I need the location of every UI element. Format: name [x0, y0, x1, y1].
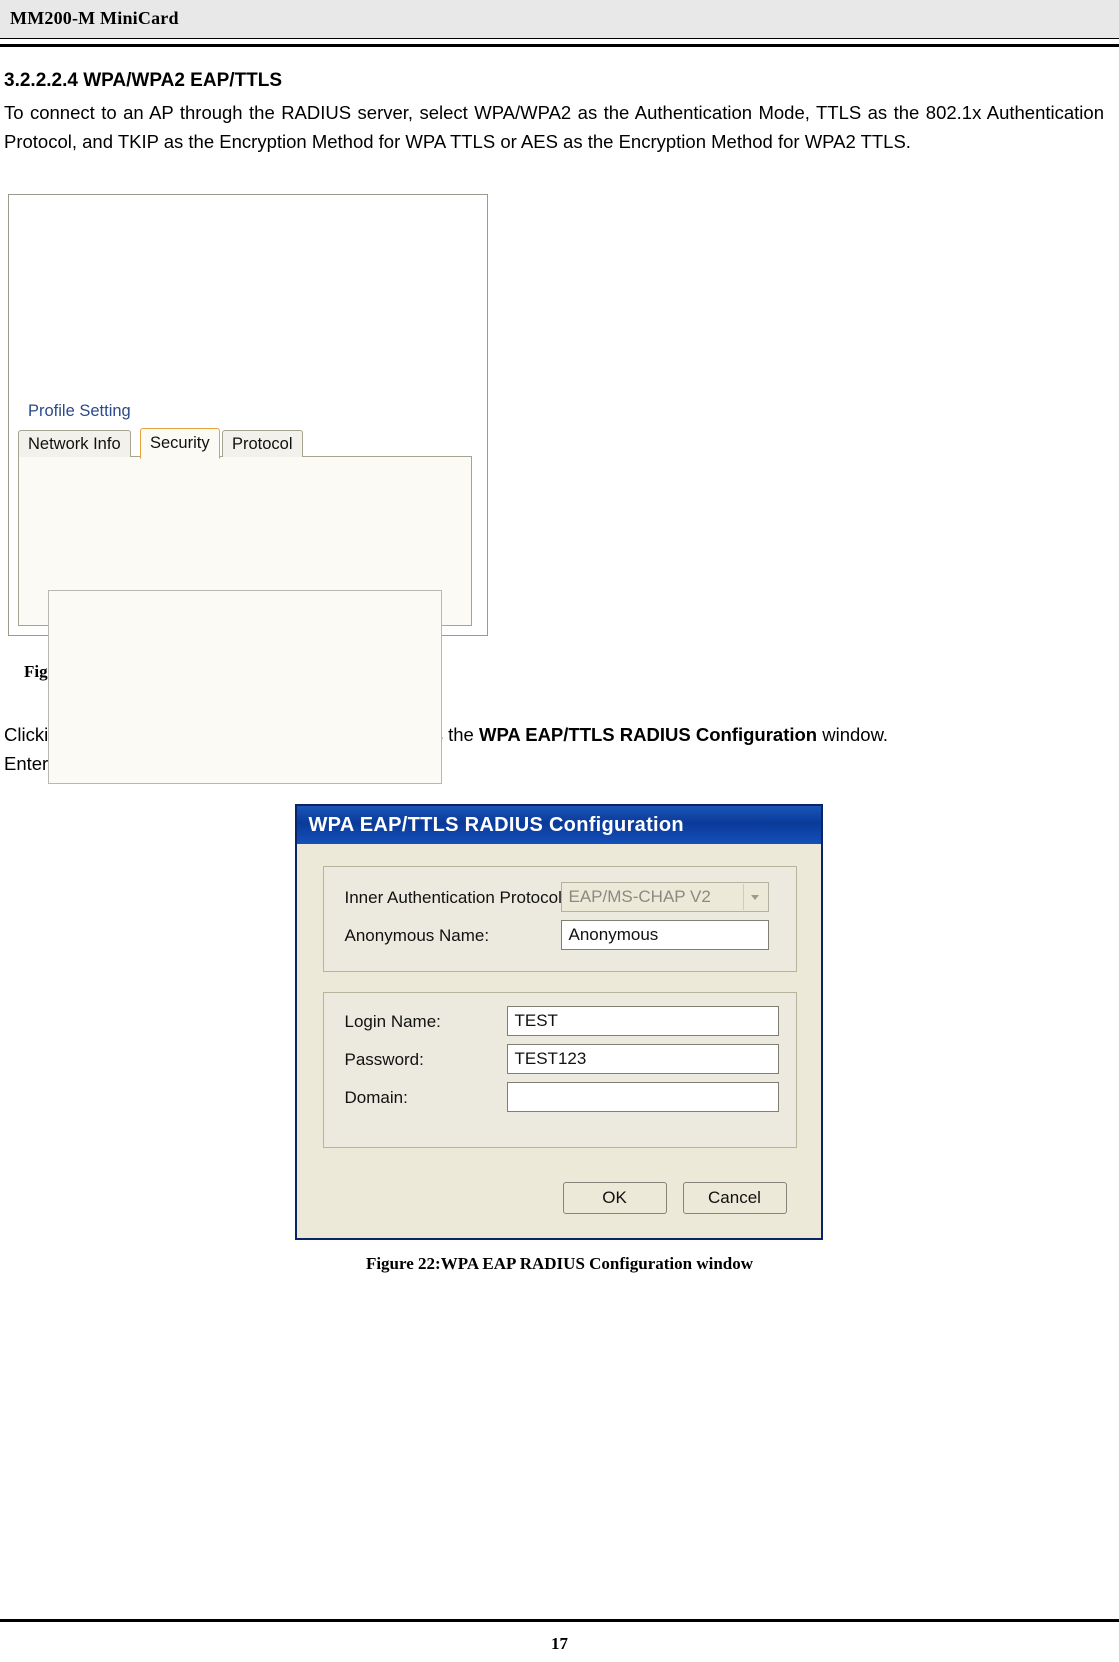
- figure-22-caption: Figure 22:WPA EAP RADIUS Configuration w…: [365, 1254, 754, 1273]
- login-name-field[interactable]: TEST: [506, 1006, 779, 1036]
- cancel-button[interactable]: Cancel: [682, 1182, 787, 1214]
- domain-field[interactable]: [506, 1082, 779, 1112]
- figure-21-image: Profile Setting Network Info Security Pr…: [4, 180, 494, 784]
- profile-setting-label: Profile Setting: [24, 402, 135, 421]
- tab-security[interactable]: Security: [140, 428, 220, 459]
- tab-protocol[interactable]: Protocol: [222, 430, 303, 457]
- document-title: MM200-M MiniCard: [10, 8, 179, 28]
- section-heading: 3.2.2.2.4 WPA/WPA2 EAP/TTLS: [4, 70, 283, 91]
- domain-label: Domain:: [344, 1088, 408, 1107]
- section-paragraph: To connect to an AP through the RADIUS s…: [4, 102, 1104, 152]
- radius-configuration-window: WPA EAP/TTLS RADIUS Configuration Inner …: [294, 804, 823, 1240]
- middle-text-e: window.: [817, 724, 889, 745]
- window-title-bar: WPA EAP/TTLS RADIUS Configuration: [296, 806, 821, 844]
- login-name-label: Login Name:: [344, 1012, 441, 1031]
- ok-button[interactable]: OK: [562, 1182, 667, 1214]
- chevron-down-icon[interactable]: [742, 884, 767, 910]
- password-field[interactable]: TEST123: [506, 1044, 779, 1074]
- anonymous-name-label: Anonymous Name:: [344, 926, 490, 945]
- anonymous-name-field[interactable]: Anonymous: [560, 920, 769, 950]
- password-label: Password:: [344, 1050, 424, 1069]
- figure-22-image: WPA EAP/TTLS RADIUS Configuration Inner …: [294, 804, 825, 1244]
- tab-network-info[interactable]: Network Info: [18, 430, 131, 457]
- middle-text-d: WPA EAP/TTLS RADIUS Configuration: [478, 724, 818, 745]
- page-number: 17: [551, 1634, 568, 1653]
- page-content: 3.2.2.2.4 WPA/WPA2 EAP/TTLS To connect t…: [0, 52, 1119, 1274]
- page-header: MM200-M MiniCard: [0, 0, 1119, 39]
- profile-setting-tabstrip: Network Info Security Protocol: [18, 428, 318, 459]
- dot1x-group: [48, 590, 442, 784]
- header-divider: [0, 44, 1119, 47]
- footer-divider: [0, 1619, 1119, 1622]
- inner-authentication-protocol-value: EAP/MS-CHAP V2: [568, 887, 711, 906]
- inner-authentication-protocol-combo[interactable]: EAP/MS-CHAP V2: [560, 882, 769, 912]
- inner-authentication-protocol-label: Inner Authentication Protocol:: [344, 888, 567, 907]
